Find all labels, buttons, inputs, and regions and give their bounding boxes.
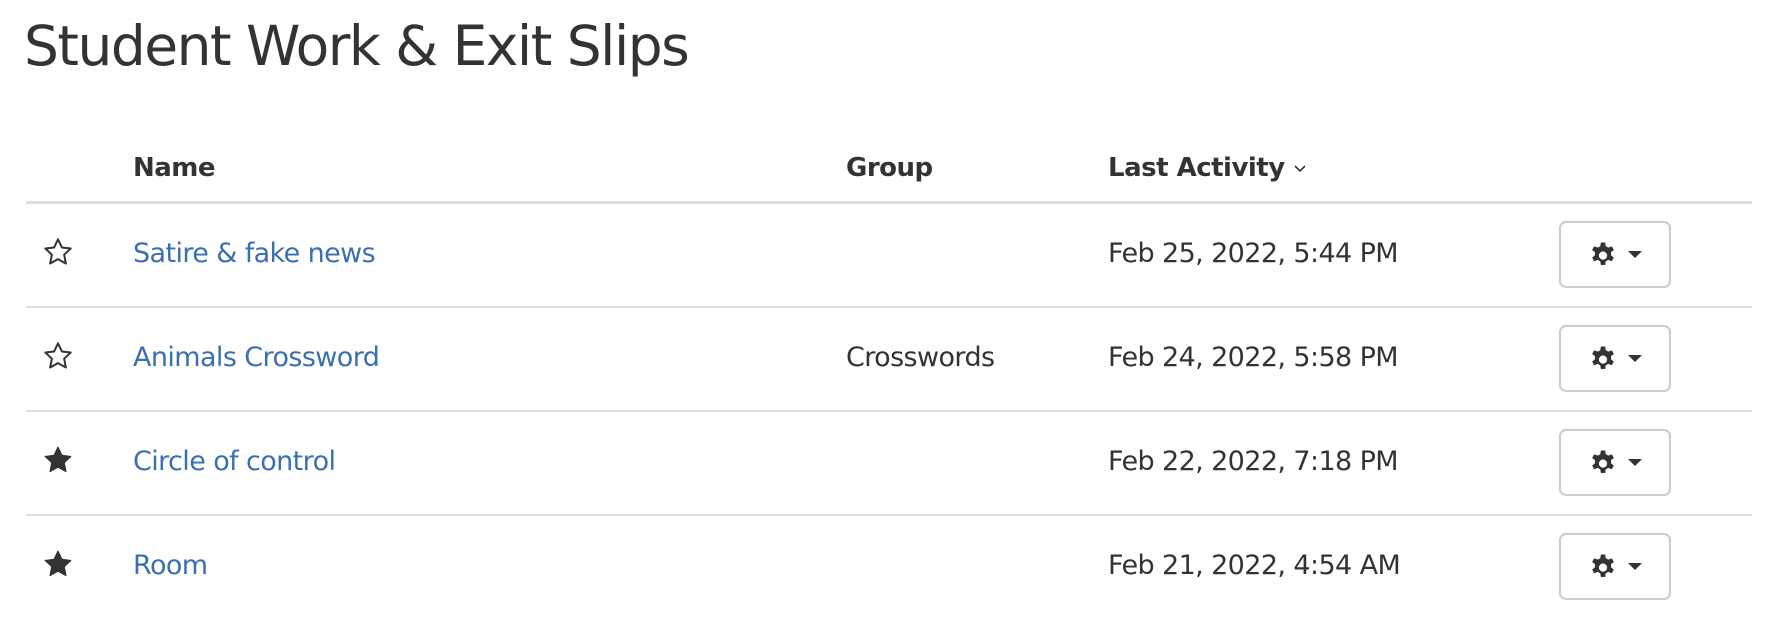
- table-row: Room Feb 21, 2022, 4:54 AM: [26, 516, 1752, 618]
- column-header-name[interactable]: Name: [133, 148, 216, 188]
- gear-icon: [1588, 344, 1618, 374]
- star-toggle[interactable]: [42, 236, 74, 268]
- gear-icon: [1588, 552, 1618, 582]
- page-title: Student Work & Exit Slips: [24, 14, 690, 78]
- activity-name-link[interactable]: Animals Crossword: [133, 338, 380, 378]
- activity-group: Crosswords: [846, 342, 995, 373]
- activity-name-link[interactable]: Circle of control: [133, 442, 336, 482]
- caret-down-icon: [1628, 355, 1642, 362]
- column-header-last-activity[interactable]: Last Activity: [1108, 148, 1307, 189]
- table-row: Animals Crossword Crosswords Feb 24, 202…: [26, 308, 1752, 412]
- activity-name-link[interactable]: Room: [133, 546, 208, 586]
- gear-icon: [1588, 240, 1618, 270]
- actions-dropdown-button[interactable]: [1559, 429, 1671, 496]
- activity-name-link[interactable]: Satire & fake news: [133, 234, 376, 274]
- caret-down-icon: [1628, 251, 1642, 258]
- activities-table: Name Group Last Activity Satire & fake n…: [26, 130, 1752, 618]
- star-filled-icon: [42, 548, 74, 580]
- star-toggle[interactable]: [42, 444, 74, 476]
- actions-dropdown-button[interactable]: [1559, 325, 1671, 392]
- column-header-last-activity-label: Last Activity: [1108, 153, 1285, 183]
- star-outline-icon: [42, 236, 74, 268]
- table-header: Name Group Last Activity: [26, 130, 1752, 204]
- chevron-down-icon: [1293, 145, 1307, 185]
- activity-last-activity: Feb 22, 2022, 7:18 PM: [1108, 446, 1399, 477]
- activity-last-activity: Feb 25, 2022, 5:44 PM: [1108, 238, 1399, 269]
- activity-last-activity: Feb 21, 2022, 4:54 AM: [1108, 550, 1401, 581]
- actions-dropdown-button[interactable]: [1559, 221, 1671, 288]
- actions-dropdown-button[interactable]: [1559, 533, 1671, 600]
- caret-down-icon: [1628, 563, 1642, 570]
- column-header-group[interactable]: Group: [846, 148, 933, 188]
- gear-icon: [1588, 448, 1618, 478]
- table-row: Satire & fake news Feb 25, 2022, 5:44 PM: [26, 204, 1752, 308]
- activity-last-activity: Feb 24, 2022, 5:58 PM: [1108, 342, 1399, 373]
- table-body: Satire & fake news Feb 25, 2022, 5:44 PM…: [26, 204, 1752, 618]
- star-toggle[interactable]: [42, 548, 74, 580]
- star-toggle[interactable]: [42, 340, 74, 372]
- star-filled-icon: [42, 444, 74, 476]
- caret-down-icon: [1628, 459, 1642, 466]
- star-outline-icon: [42, 340, 74, 372]
- table-row: Circle of control Feb 22, 2022, 7:18 PM: [26, 412, 1752, 516]
